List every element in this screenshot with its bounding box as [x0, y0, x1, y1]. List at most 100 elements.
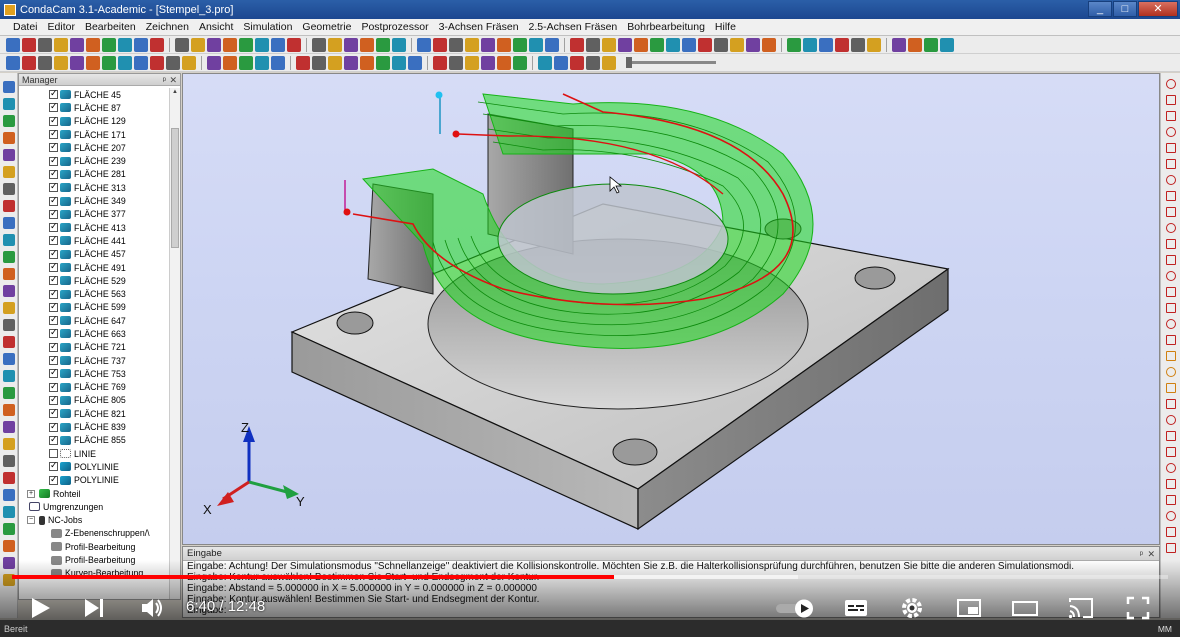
scroll-up-icon[interactable]: ▲	[171, 89, 179, 97]
toolbar-button[interactable]	[239, 37, 253, 52]
toolbar-button[interactable]	[449, 55, 463, 70]
tree-item[interactable]: FLÄCHE 855	[19, 434, 169, 447]
toolbar-button[interactable]	[819, 37, 833, 52]
toolbar-button[interactable]	[360, 55, 374, 70]
toolbar-button[interactable]	[312, 37, 326, 52]
close-icon[interactable]: ✕	[1147, 547, 1155, 561]
toolbar-button[interactable]	[102, 37, 116, 52]
tree-item[interactable]: FLÄCHE 563	[19, 287, 169, 300]
menu-postprozessor[interactable]: Postprozessor	[356, 21, 433, 33]
toolbar-button[interactable]	[803, 37, 817, 52]
tree-item[interactable]: FLÄCHE 413	[19, 221, 169, 234]
toolbar-button[interactable]	[570, 37, 584, 52]
toolbar-button[interactable]	[892, 37, 906, 52]
expand-toggle-icon[interactable]: −	[27, 516, 35, 525]
close-icon[interactable]: ✕	[169, 74, 177, 86]
toolbar-button[interactable]	[312, 55, 326, 70]
toolbar-button[interactable]	[207, 55, 221, 70]
draw-tool-button[interactable]	[1166, 127, 1176, 137]
draw-tool-button[interactable]	[1166, 383, 1176, 393]
draw-tool-button[interactable]	[1166, 527, 1176, 537]
toolbar-button[interactable]	[255, 55, 269, 70]
tool-button[interactable]	[3, 268, 15, 280]
toolbar-button[interactable]	[392, 37, 406, 52]
tool-button[interactable]	[3, 387, 15, 399]
visibility-checkbox[interactable]	[49, 394, 58, 405]
tree-item[interactable]: Profil-Bearbeitung	[19, 553, 169, 566]
toolbar-button[interactable]	[554, 55, 568, 70]
pin-icon[interactable]: ᵖ	[163, 74, 166, 86]
theater-mode-icon[interactable]	[1011, 594, 1039, 622]
visibility-checkbox[interactable]	[49, 367, 58, 379]
toolbar-button[interactable]	[666, 37, 680, 52]
subtitles-icon[interactable]	[842, 594, 870, 622]
visibility-checkbox[interactable]	[49, 128, 58, 140]
menu-datei[interactable]: Datei	[8, 21, 43, 33]
visibility-checkbox[interactable]	[49, 434, 58, 445]
toolbar-button[interactable]	[529, 37, 543, 52]
toolbar-button[interactable]	[328, 37, 342, 52]
volume-icon[interactable]	[138, 594, 166, 622]
visibility-checkbox[interactable]	[49, 327, 58, 339]
draw-tool-button[interactable]	[1166, 431, 1176, 441]
draw-tool-button[interactable]	[1166, 175, 1176, 185]
video-progress-bar[interactable]	[12, 575, 1168, 579]
toolbar-button[interactable]	[634, 37, 648, 52]
tree-item[interactable]: FLÄCHE 349	[19, 194, 169, 207]
toolbar-button[interactable]	[433, 55, 447, 70]
toolbar-button[interactable]	[344, 37, 358, 52]
toolbar-button[interactable]	[54, 37, 68, 52]
draw-tool-button[interactable]	[1166, 239, 1176, 249]
toolbar-button[interactable]	[38, 55, 52, 70]
toolbar-button[interactable]	[175, 37, 189, 52]
toolbar-button[interactable]	[746, 37, 760, 52]
visibility-checkbox[interactable]	[49, 155, 58, 166]
tree-item[interactable]: POLYLINIE	[19, 474, 169, 487]
tree-item[interactable]: FLÄCHE 805	[19, 394, 169, 407]
toolbar-button[interactable]	[150, 37, 164, 52]
tree-item[interactable]: Umgrenzungen	[19, 500, 169, 513]
tool-button[interactable]	[3, 523, 15, 535]
toolbar-button[interactable]	[497, 37, 511, 52]
draw-tool-button[interactable]	[1166, 319, 1176, 329]
visibility-checkbox[interactable]	[49, 288, 58, 299]
draw-tool-button[interactable]	[1166, 495, 1176, 505]
toolbar-button[interactable]	[465, 37, 479, 52]
draw-tool-button[interactable]	[1166, 351, 1176, 361]
toolbar-button[interactable]	[118, 37, 132, 52]
tool-button[interactable]	[3, 81, 15, 93]
draw-tool-button[interactable]	[1166, 95, 1176, 105]
toolbar-button[interactable]	[787, 37, 801, 52]
toolbar-button[interactable]	[924, 37, 938, 52]
settings-icon[interactable]	[898, 594, 926, 622]
toolbar-button[interactable]	[271, 37, 285, 52]
menu-ansicht[interactable]: Ansicht	[194, 21, 238, 33]
toolbar-button[interactable]	[538, 55, 552, 70]
draw-tool-button[interactable]	[1166, 303, 1176, 313]
tool-button[interactable]	[3, 557, 15, 569]
toolbar-button[interactable]	[38, 37, 52, 52]
tool-button[interactable]	[3, 234, 15, 246]
tree-item[interactable]: FLÄCHE 239	[19, 154, 169, 167]
toolbar-button[interactable]	[271, 55, 285, 70]
tree-item[interactable]: FLÄCHE 87	[19, 101, 169, 114]
menu-zeichnen[interactable]: Zeichnen	[141, 21, 194, 33]
menu-2-5-achsen-fraesen[interactable]: 2.5-Achsen Fräsen	[524, 21, 623, 33]
tree-item[interactable]: − NC-Jobs	[19, 514, 169, 527]
toolbar-button[interactable]	[376, 37, 390, 52]
manager-scrollbar[interactable]: ▲	[169, 88, 180, 599]
tree-item[interactable]: FLÄCHE 171	[19, 128, 169, 141]
draw-tool-button[interactable]	[1166, 79, 1176, 89]
tree-item[interactable]: FLÄCHE 129	[19, 115, 169, 128]
play-icon[interactable]	[26, 594, 54, 622]
tree-item[interactable]: FLÄCHE 721	[19, 341, 169, 354]
visibility-checkbox[interactable]	[49, 248, 58, 259]
tree-item[interactable]: FLÄCHE 737	[19, 354, 169, 367]
toolbar-button[interactable]	[150, 55, 164, 70]
menu-hilfe[interactable]: Hilfe	[710, 21, 741, 33]
visibility-checkbox[interactable]	[49, 301, 58, 312]
toolbar-button[interactable]	[296, 55, 310, 70]
toolbar-button[interactable]	[6, 37, 20, 52]
tree-item[interactable]: FLÄCHE 377	[19, 208, 169, 221]
tool-button[interactable]	[3, 302, 15, 314]
